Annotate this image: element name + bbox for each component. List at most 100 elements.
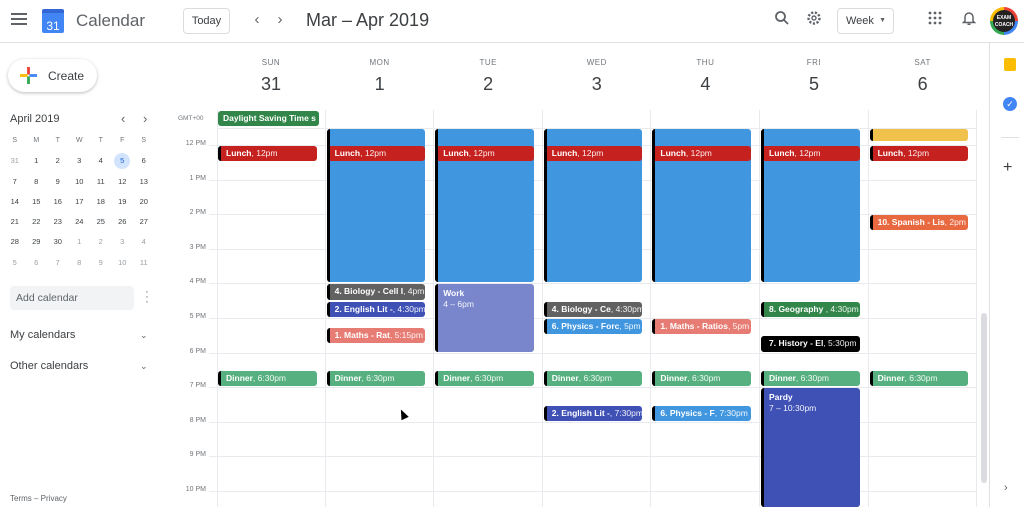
mini-calendar-day[interactable]: 1 [69,232,91,252]
calendar-event[interactable]: Lunch, 12pm [869,146,969,162]
calendar-event[interactable]: Dinner, 6:30pm [543,370,643,387]
mini-calendar-day[interactable]: 11 [133,253,155,273]
mini-calendar-day[interactable]: 17 [69,192,91,212]
previous-week-button[interactable]: ‹ [249,11,265,28]
calendar-event[interactable]: 4. Biology - Cell I, 4pm [326,284,426,300]
mini-calendar-day[interactable]: 13 [133,172,155,192]
tasks-icon[interactable]: ✓ [1003,97,1017,111]
day-header[interactable]: SAT 6 [869,58,977,95]
mini-calendar-day[interactable]: 11 [90,172,112,192]
calendar-event[interactable]: 4. Biology - Ce, 4:30pm [543,301,643,317]
mini-calendar-day[interactable]: 14 [4,192,26,212]
mini-calendar-day[interactable]: 25 [90,212,112,232]
mini-calendar-day[interactable]: 18 [90,192,112,212]
calendar-event[interactable]: 2. English Lit -, 4:30pm [326,301,426,317]
account-avatar[interactable]: EXAM COACH [990,7,1018,35]
mini-calendar-day[interactable]: 4 [133,232,155,252]
mini-calendar-day[interactable]: 3 [112,232,134,252]
calendar-event[interactable]: 2. English Lit -, 7:30pm [543,405,643,421]
mini-calendar-day[interactable]: 2 [47,151,69,171]
all-day-event[interactable]: Daylight Saving Time s [218,111,319,126]
day-header[interactable]: WED 3 [543,58,651,95]
day-number[interactable]: 6 [869,74,977,95]
mini-calendar-day[interactable]: 31 [4,151,26,171]
mini-calendar-day[interactable]: 16 [47,192,69,212]
mini-calendar-day[interactable]: 20 [133,192,155,212]
mini-calendar-next-button[interactable]: › [143,111,147,126]
day-number[interactable]: 1 [326,74,434,95]
day-number[interactable]: 2 [434,74,542,95]
mini-calendar-day[interactable]: 2 [90,232,112,252]
calendar-event[interactable]: Lunch, 12pm [326,146,426,162]
mini-calendar-day[interactable]: 1 [26,151,48,171]
calendar-event[interactable]: 6. Physics - Forc, 5pm [543,319,643,335]
mini-calendar-day[interactable]: 29 [26,232,48,252]
chevron-down-icon[interactable]: ⌄ [140,361,148,372]
calendar-event[interactable]: Dinner, 6:30pm [326,370,426,387]
calendar-event[interactable]: 7. History - El, 5:30pm [761,336,860,352]
calendar-event[interactable]: Dinner, 6:30pm [869,370,969,387]
next-week-button[interactable]: › [272,11,288,28]
mini-calendar-day[interactable]: 19 [112,192,134,212]
create-button[interactable]: Create [8,59,97,92]
add-calendar-input[interactable]: Add calendar [10,286,134,310]
mini-calendar-day[interactable]: 26 [112,212,134,232]
mini-calendar-day[interactable]: 10 [69,172,91,192]
mini-calendar-day[interactable]: 5 [4,253,26,273]
calendar-event[interactable]: Lunch, 12pm [761,146,860,162]
day-number[interactable]: 5 [760,74,868,95]
search-icon[interactable] [771,10,793,32]
view-select[interactable]: Week ▼ [837,8,894,34]
calendar-event[interactable]: Dinner, 6:30pm [652,370,751,387]
day-number[interactable]: 31 [217,74,325,95]
mini-calendar-day[interactable]: 23 [47,212,69,232]
mini-calendar-day[interactable]: 3 [69,151,91,171]
mini-calendar-day[interactable]: 12 [112,172,134,192]
grid-scrollbar[interactable] [981,313,987,483]
mini-calendar-day[interactable]: 30 [47,232,69,252]
my-calendars-section[interactable]: My calendars [10,329,75,341]
calendar-event[interactable]: 1. Maths - Rat, 5:15pm [326,327,426,343]
mini-calendar-day[interactable]: 6 [26,253,48,273]
mini-calendar-day[interactable]: 10 [112,253,134,273]
day-header[interactable]: SUN 31 [217,58,325,95]
calendar-event[interactable]: Lunch, 12pm [543,146,643,162]
expand-panel-icon[interactable]: › [1004,482,1008,494]
apps-grid-icon[interactable] [924,10,946,32]
main-menu-icon[interactable] [11,13,27,27]
calendar-event[interactable]: Dinner, 6:30pm [435,370,534,387]
other-calendars-section[interactable]: Other calendars [10,360,88,372]
calendar-event[interactable]: 6. Physics - F, 7:30pm [652,405,751,421]
calendar-event[interactable]: 8. Geography , 4:30pm [761,301,860,317]
terms-privacy-links[interactable]: Terms – Privacy [10,494,67,503]
day-number[interactable]: 3 [543,74,651,95]
day-header[interactable]: TUE 2 [434,58,542,95]
calendar-event[interactable]: Lunch, 12pm [435,146,534,162]
keep-icon[interactable] [1004,58,1016,71]
add-addon-icon[interactable]: + [1003,159,1012,177]
calendar-event[interactable]: Work 4 – 6pm [435,284,534,352]
mini-calendar-day[interactable]: 7 [47,253,69,273]
calendar-event[interactable]: Dinner, 6:30pm [761,370,860,387]
gear-icon[interactable] [803,10,825,32]
calendar-event[interactable]: 1. Maths - Ratios, 5pm [652,319,751,335]
day-header[interactable]: FRI 5 [760,58,868,95]
calendar-event[interactable]: Lunch, 12pm [652,146,751,162]
day-number[interactable]: 4 [651,74,759,95]
bell-icon[interactable] [958,10,980,32]
chevron-down-icon[interactable]: ⌄ [140,330,148,341]
mini-calendar-day[interactable]: 24 [69,212,91,232]
calendar-event[interactable]: Pardy 7 – 10:30pm [761,388,860,507]
mini-calendar-day[interactable]: 7 [4,172,26,192]
mini-calendar-day[interactable]: 9 [47,172,69,192]
calendar-event[interactable]: Dinner, 6:30pm [218,370,317,387]
mini-calendar-day[interactable]: 4 [90,151,112,171]
day-header[interactable]: THU 4 [651,58,759,95]
mini-calendar-today[interactable]: 5 [112,151,134,171]
day-header[interactable]: MON 1 [326,58,434,95]
mini-calendar-day[interactable]: 8 [69,253,91,273]
mini-calendar-day[interactable]: 15 [26,192,48,212]
mini-calendar-day[interactable]: 27 [133,212,155,232]
mini-calendar-day[interactable]: 9 [90,253,112,273]
mini-calendar-day[interactable]: 22 [26,212,48,232]
